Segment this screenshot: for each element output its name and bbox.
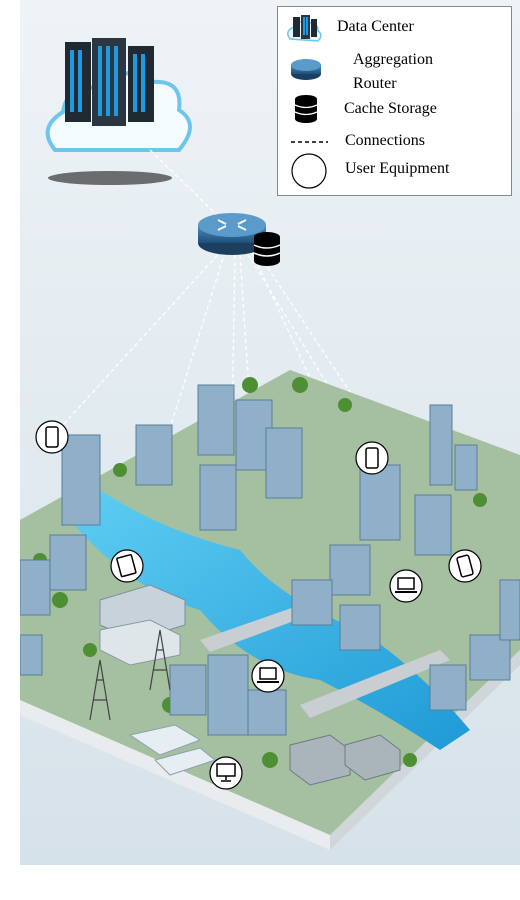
router-icon [291,59,321,80]
user-equipment-laptop [251,659,285,693]
user-equipment-phone [355,441,389,475]
database-icon [294,95,318,123]
user-equipment-phone [35,420,69,454]
legend-label-user-equipment: User Equipment [345,160,450,177]
cache-storage [253,232,281,266]
network-diagram: Data Center Aggregation Router Cache Sto… [0,0,520,900]
legend-label-router: Router [353,75,397,92]
legend-label-connections: Connections [345,132,425,149]
legend-label-data-center: Data Center [337,18,414,35]
legend: Data Center Aggregation Router Cache Sto… [277,6,512,196]
circle-icon [291,153,327,189]
legend-label-cache-storage: Cache Storage [344,100,437,117]
data-center-icon [287,15,322,42]
user-equipment-phone [448,549,482,583]
legend-label-aggregation: Aggregation [353,51,433,68]
user-equipment-monitor [209,756,243,790]
user-equipment-tablet [110,549,144,583]
user-equipment-laptop [389,569,423,603]
